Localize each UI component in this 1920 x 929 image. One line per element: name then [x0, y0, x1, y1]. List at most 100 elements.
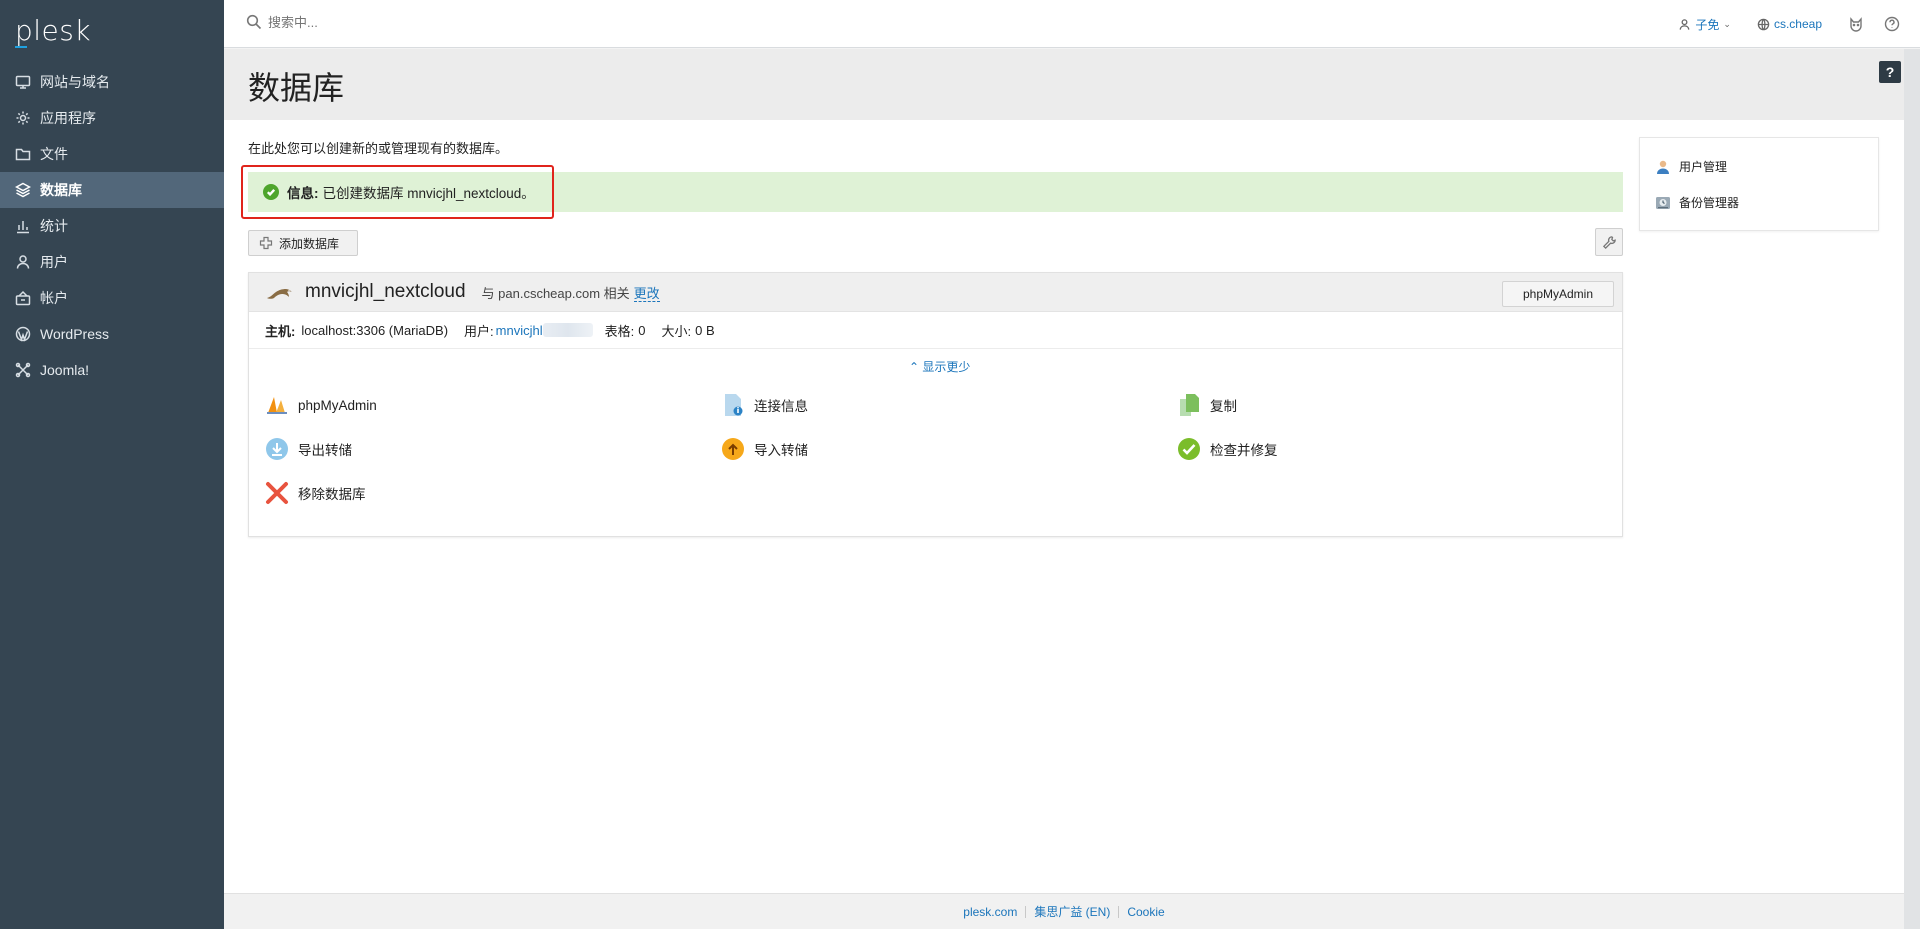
- check-repair-icon: [1177, 437, 1201, 461]
- action-label: 导入转储: [754, 443, 808, 458]
- tables-value: 0: [638, 322, 646, 338]
- search-input[interactable]: [268, 14, 568, 30]
- host-value: localhost:3306 (MariaDB): [301, 322, 449, 338]
- size-label: 大小:: [661, 323, 692, 339]
- joomla-icon: [15, 362, 31, 378]
- user-icon: [1680, 18, 1690, 30]
- redacted-user-suffix: [542, 323, 593, 337]
- help-button[interactable]: [1884, 16, 1900, 32]
- related-text: 与 pan.cscheap.com 相关: [481, 285, 630, 301]
- side-item-backup-manager[interactable]: 备份管理器: [1655, 194, 1739, 211]
- page-header: 数据库: [224, 49, 1904, 120]
- main-content: 在此处您可以创建新的或管理现有的数据库。 信息: 已创建数据库 mnvicjhl…: [224, 120, 1904, 893]
- related-domain: 与 pan.cscheap.com 相关 更改: [482, 283, 660, 302]
- change-link[interactable]: 更改: [633, 285, 660, 302]
- footer-separator: [1025, 905, 1027, 918]
- footer-link-cookie[interactable]: Cookie: [1127, 905, 1164, 919]
- sidebar-item-label: 数据库: [40, 182, 82, 198]
- size-value: 0 B: [695, 322, 715, 338]
- sidebar-item-label: 统计: [40, 218, 68, 234]
- sidebar-item-statistics[interactable]: 统计: [0, 208, 224, 244]
- sidebar-item-databases[interactable]: 数据库: [0, 172, 224, 208]
- action-connection-info[interactable]: 连接信息: [721, 393, 808, 417]
- right-scroll-area: [1904, 49, 1920, 929]
- user-label: 用户:: [464, 323, 494, 339]
- database-name: mnvicjhl_nextcloud: [305, 281, 466, 302]
- logo-underline: [15, 46, 27, 48]
- copy-icon: [1177, 393, 1201, 417]
- sidebar-item-applications[interactable]: 应用程序: [0, 100, 224, 136]
- domain-menu[interactable]: cs.cheap: [1757, 17, 1822, 31]
- chevron-up-icon: ⌃: [909, 360, 920, 374]
- action-check-repair[interactable]: 检查并修复: [1177, 437, 1278, 461]
- sidebar: plesk 网站与域名 应用程序 文件 数据库 统计 用户 帐户 WordPre…: [0, 0, 224, 929]
- sidebar-item-label: 网站与域名: [40, 74, 110, 90]
- toolbar: 添加数据库: [248, 230, 359, 256]
- add-database-label: 添加数据库: [279, 236, 340, 251]
- action-label: 检查并修复: [1210, 443, 1278, 458]
- cat-icon: [1850, 17, 1862, 32]
- side-item-user-management[interactable]: 用户管理: [1655, 158, 1727, 175]
- settings-wrench-button[interactable]: [1595, 228, 1623, 256]
- tables-label: 表格:: [604, 323, 635, 339]
- action-label: 导出转储: [298, 443, 352, 458]
- layers-icon: [15, 182, 31, 198]
- search-icon: [246, 14, 262, 30]
- page-intro: 在此处您可以创建新的或管理现有的数据库。: [248, 141, 509, 156]
- user-name: 子免: [1695, 17, 1720, 32]
- highlight-annotation-box: [241, 165, 554, 219]
- phpmyadmin-icon: [265, 393, 289, 417]
- user-menu[interactable]: 子免 ⌄: [1678, 16, 1731, 33]
- mysql-dolphin-icon: [265, 282, 295, 302]
- database-card-header: mnvicjhl_nextcloud 与 pan.cscheap.com 相关更…: [249, 273, 1622, 312]
- user-icon: [15, 254, 31, 270]
- show-less-toggle[interactable]: ⌃ 显示更少: [909, 358, 970, 375]
- show-less-label: 显示更少: [922, 360, 971, 374]
- monitor-icon: [15, 74, 31, 90]
- action-phpmyadmin[interactable]: phpMyAdmin: [265, 393, 377, 417]
- sidebar-item-label: 文件: [40, 146, 68, 162]
- user-management-icon: [1655, 159, 1671, 175]
- action-label: 移除数据库: [298, 487, 366, 502]
- page-help-button[interactable]: ?: [1879, 61, 1901, 83]
- top-bar: 子免 ⌄ cs.cheap: [224, 0, 1920, 48]
- logo-text: plesk: [15, 14, 92, 47]
- backup-manager-icon: [1655, 195, 1671, 211]
- add-database-button[interactable]: 添加数据库: [248, 230, 359, 256]
- page-title: 数据库: [248, 70, 345, 106]
- action-remove-database[interactable]: 移除数据库: [265, 481, 366, 505]
- db-user-link[interactable]: mnvicjhl: [496, 323, 543, 338]
- globe-icon: [1757, 18, 1770, 30]
- sidebar-item-websites[interactable]: 网站与域名: [0, 64, 224, 100]
- action-import-dump[interactable]: 导入转储: [721, 437, 808, 461]
- plesk-logo[interactable]: plesk: [15, 14, 92, 48]
- phpmyadmin-button[interactable]: phpMyAdmin: [1501, 281, 1614, 307]
- database-info-row: 主机: localhost:3306 (MariaDB) 用户: mnvicjh…: [249, 312, 1622, 349]
- folder-icon: [15, 146, 31, 162]
- sidebar-item-files[interactable]: 文件: [0, 136, 224, 172]
- footer-link-plesk[interactable]: plesk.com: [963, 905, 1017, 919]
- sidebar-item-joomla[interactable]: Joomla!: [0, 352, 224, 388]
- footer: plesk.com 集思广益 (EN) Cookie: [224, 893, 1904, 929]
- help-circle-icon: [1884, 16, 1900, 32]
- sidebar-item-account[interactable]: 帐户: [0, 280, 224, 316]
- feedback-button[interactable]: [1848, 16, 1864, 32]
- gear-icon: [15, 110, 31, 126]
- action-copy[interactable]: 复制: [1177, 393, 1237, 417]
- wordpress-icon: [15, 326, 31, 342]
- footer-link-feedback[interactable]: 集思广益 (EN): [1034, 903, 1110, 920]
- plus-icon: [259, 236, 273, 250]
- database-card: mnvicjhl_nextcloud 与 pan.cscheap.com 相关更…: [248, 272, 1623, 537]
- action-export-dump[interactable]: 导出转储: [265, 437, 352, 461]
- sidebar-item-wordpress[interactable]: WordPress: [0, 316, 224, 352]
- sidebar-item-label: 帐户: [40, 290, 68, 306]
- search-box: [246, 14, 568, 30]
- wrench-icon: [1602, 235, 1616, 249]
- side-panel: 用户管理 备份管理器: [1639, 137, 1879, 231]
- host-label: 主机:: [265, 323, 296, 339]
- chevron-down-icon: ⌄: [1723, 18, 1731, 29]
- sidebar-item-label: 应用程序: [40, 110, 96, 126]
- domain-name: cs.cheap: [1773, 17, 1822, 31]
- remove-icon: [265, 481, 289, 505]
- sidebar-item-users[interactable]: 用户: [0, 244, 224, 280]
